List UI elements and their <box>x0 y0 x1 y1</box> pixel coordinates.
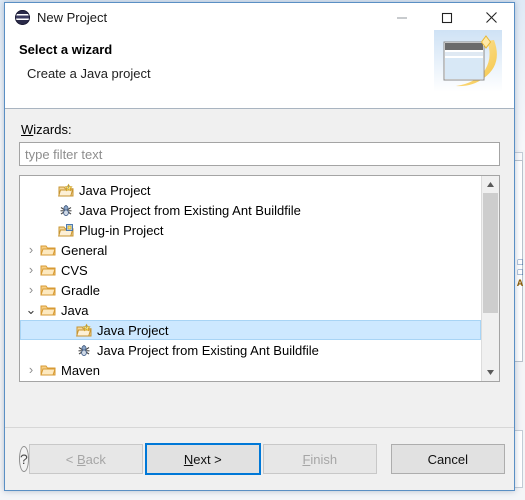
wizard-banner-icon <box>434 30 502 92</box>
java-project-icon: J <box>75 322 93 338</box>
background-text-a: □ <box>517 258 523 268</box>
filter-placeholder: type filter text <box>25 146 103 162</box>
back-button: < Back <box>28 444 143 474</box>
dialog-titlebar: New Project <box>5 3 514 32</box>
dialog-header: Select a wizard Create a Java project <box>5 30 514 109</box>
titlebar-left: New Project <box>5 10 107 25</box>
java-project-icon: J <box>57 182 75 198</box>
ant-buildfile-icon <box>57 202 75 218</box>
svg-text:J: J <box>67 184 69 189</box>
tree-item[interactable]: J Java Project <box>20 320 481 340</box>
tree-item-label: Plug-in Project <box>79 222 164 238</box>
tree-item-label: Maven <box>61 362 101 378</box>
filter-input[interactable]: type filter text <box>19 142 500 166</box>
finish-button-label: Finish <box>302 451 338 467</box>
tree-item-label: Java Project <box>79 182 151 198</box>
chevron-down-icon[interactable]: ⌄ <box>23 303 39 316</box>
tree-item[interactable]: › Maven <box>20 360 481 380</box>
tree-item[interactable]: Java Project from Existing Ant Buildfile <box>20 340 481 360</box>
tree-item[interactable]: › General <box>20 240 481 260</box>
folder-icon <box>39 242 57 258</box>
next-button-label: Next > <box>183 451 222 467</box>
new-project-dialog: New Project Select a wizard Create a Jav… <box>4 2 515 491</box>
wizard-tree[interactable]: J Java Project Java Project from Existing … <box>19 175 500 382</box>
chevron-right-icon[interactable]: › <box>23 363 39 376</box>
tree-item-label: Java Project from Existing Ant Buildfile <box>97 342 319 358</box>
window-title: New Project <box>37 10 108 25</box>
maximize-icon[interactable] <box>424 3 469 32</box>
next-button[interactable]: Next > <box>144 443 261 475</box>
close-icon[interactable] <box>469 3 514 32</box>
background-text-b: □ <box>517 268 523 278</box>
tree-item[interactable]: ⌄ Java <box>20 300 481 320</box>
cancel-button-label: Cancel <box>427 451 469 467</box>
back-button-label: < Back <box>65 451 106 467</box>
tree-item-label: Java <box>61 302 89 318</box>
folder-icon <box>39 302 57 318</box>
folder-icon <box>39 362 57 378</box>
tree-item[interactable]: J Java Project <box>20 180 481 200</box>
tree-item-label: Java Project from Existing Ant Buildfile <box>79 202 301 218</box>
wizard-tree-list[interactable]: J Java Project Java Project from Existing … <box>20 176 481 381</box>
tree-item[interactable]: › CVS <box>20 260 481 280</box>
chevron-right-icon[interactable]: › <box>23 243 39 256</box>
dialog-body: Wizards: type filter text J Java Project J… <box>5 109 514 427</box>
background-text-c: A <box>516 279 523 290</box>
folder-icon <box>39 282 57 298</box>
ant-buildfile-icon <box>75 342 93 358</box>
scroll-down-icon[interactable] <box>482 364 499 381</box>
plugin-project-icon <box>57 222 75 238</box>
scroll-up-icon[interactable] <box>482 176 499 193</box>
scrollbar-thumb[interactable] <box>483 193 498 313</box>
minimize-icon[interactable] <box>379 3 424 32</box>
tree-item-label: CVS <box>61 262 88 278</box>
scrollbar-track[interactable] <box>482 193 499 364</box>
chevron-right-icon[interactable]: › <box>23 283 39 296</box>
folder-icon <box>39 262 57 278</box>
dialog-footer: ? < Back Next > Finish Cancel <box>5 427 514 490</box>
tree-item[interactable]: Plug-in Project <box>20 220 481 240</box>
eclipse-icon <box>15 10 30 25</box>
tree-item-label: General <box>61 242 108 258</box>
svg-text:J: J <box>85 324 87 329</box>
finish-button: Finish <box>262 444 377 474</box>
tree-item-label: Gradle <box>61 282 101 298</box>
wizards-label: Wizards: <box>21 122 72 137</box>
dialog-button-row: < Back Next > Finish Cancel <box>28 443 505 475</box>
tree-item[interactable]: Java Project from Existing Ant Buildfile <box>20 200 481 220</box>
help-button[interactable]: ? <box>19 446 29 472</box>
window-controls <box>379 3 514 32</box>
tree-item[interactable]: › Gradle <box>20 280 481 300</box>
chevron-right-icon[interactable]: › <box>23 263 39 276</box>
cancel-button[interactable]: Cancel <box>390 444 505 474</box>
tree-scrollbar[interactable] <box>481 176 499 381</box>
tree-item-label: Java Project <box>97 322 169 338</box>
